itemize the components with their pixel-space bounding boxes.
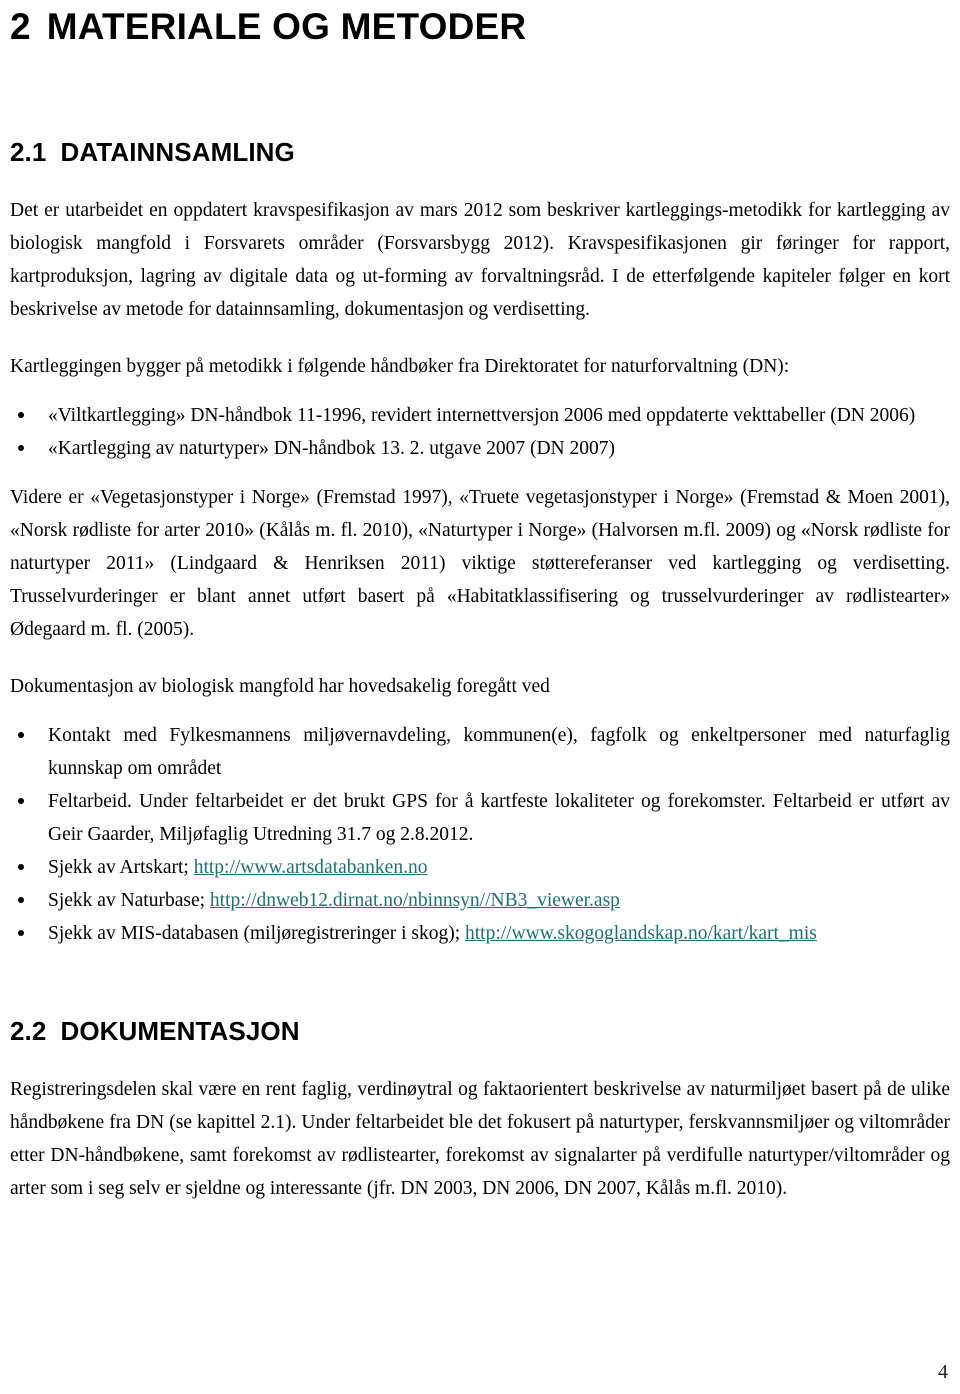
paragraph-dokumentasjon-body: Registreringsdelen skal være en rent fag…	[10, 1079, 950, 1200]
list-item: «Viltkartlegging» DN-håndbok 11-1996, re…	[10, 399, 950, 432]
page-number: 4	[938, 1361, 948, 1383]
section-heading-2-2: 2.2 DOKUMENTASJON	[10, 1016, 950, 1047]
paragraph-metodikk-intro: Kartleggingen bygger på metodikk i følge…	[10, 356, 790, 378]
paragraph-datainnsamling-intro: Det er utarbeidet en oppdatert kravspesi…	[10, 200, 950, 321]
list-item: Feltarbeid. Under feltarbeidet er det br…	[10, 785, 950, 851]
chapter-heading: 2 MATERIALE OG METODER	[10, 0, 950, 47]
section-number-2-1: 2.1	[10, 136, 47, 167]
bullet-icon	[18, 412, 24, 419]
list-item-label: Sjekk av Naturbase;	[48, 890, 210, 912]
section-title-2-1: DATAINNSAMLING	[60, 136, 295, 167]
list-item-label: «Viltkartlegging» DN-håndbok 11-1996, re…	[48, 405, 916, 427]
bullet-icon	[18, 732, 24, 739]
handbook-list: «Viltkartlegging» DN-håndbok 11-1996, re…	[10, 399, 950, 465]
paragraph-referanser: Videre er «Vegetasjonstyper i Norge» (Fr…	[10, 487, 950, 641]
section-title-2-2: DOKUMENTASJON	[60, 1016, 300, 1047]
list-item: Sjekk av MIS-databasen (miljøregistrerin…	[10, 917, 950, 950]
link-mis-database[interactable]: http://www.skogoglandskap.no/kart/kart_m…	[465, 923, 817, 944]
list-item: «Kartlegging av naturtyper» DN-håndbok 1…	[10, 432, 950, 465]
section-number-2-2: 2.2	[10, 1016, 47, 1047]
bullet-icon	[18, 445, 24, 452]
list-item: Sjekk av Artskart; http://www.artsdataba…	[10, 851, 950, 884]
bullet-icon	[18, 897, 24, 904]
bullet-icon	[18, 864, 24, 871]
chapter-title: MATERIALE OG METODER	[46, 6, 527, 47]
documentation-list: Kontakt med Fylkesmannens miljøvernavdel…	[10, 719, 950, 950]
chapter-number: 2	[10, 6, 31, 47]
paragraph-dokumentasjon-intro: Dokumentasjon av biologisk mangfold har …	[10, 676, 550, 698]
link-artskart[interactable]: http://www.artsdatabanken.no	[194, 857, 428, 878]
list-item: Sjekk av Naturbase; http://dnweb12.dirna…	[10, 884, 950, 917]
list-item-label: Sjekk av Artskart;	[48, 857, 194, 879]
link-naturbase[interactable]: http://dnweb12.dirnat.no/nbinnsyn//NB3_v…	[210, 890, 620, 911]
bullet-icon	[18, 930, 24, 937]
bullet-icon	[18, 798, 24, 805]
document-page: 2 MATERIALE OG METODER 2.1 DATAINNSAMLING …	[0, 0, 960, 1394]
list-item-label: Kontakt med Fylkesmannens miljøvernavdel…	[48, 725, 950, 780]
list-item-label: Feltarbeid. Under feltarbeidet er det br…	[48, 791, 950, 846]
list-item: Kontakt med Fylkesmannens miljøvernavdel…	[10, 719, 950, 785]
list-item-label: Sjekk av MIS-databasen (miljøregistrerin…	[48, 923, 465, 945]
list-item-label: «Kartlegging av naturtyper» DN-håndbok 1…	[48, 438, 615, 460]
section-heading-2-1: 2.1 DATAINNSAMLING	[10, 136, 950, 167]
